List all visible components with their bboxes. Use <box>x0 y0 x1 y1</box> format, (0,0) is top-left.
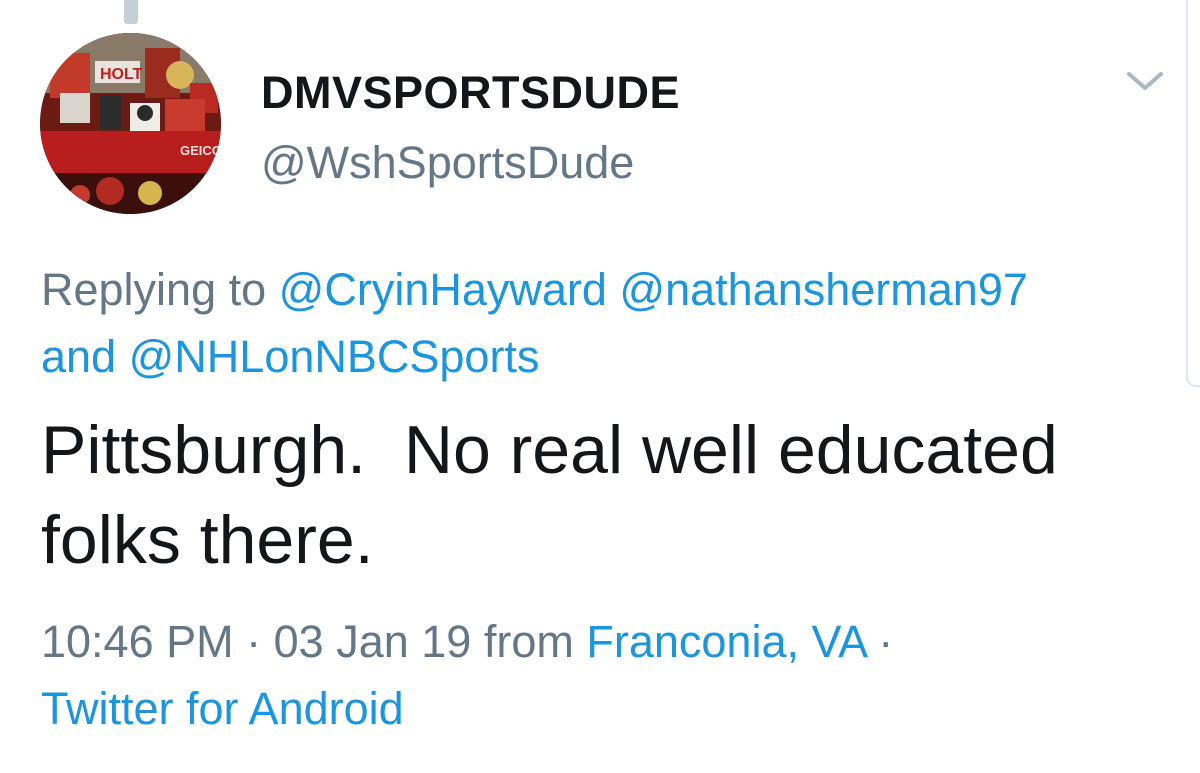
mention-link[interactable]: @NHLonNBCSports <box>129 331 540 382</box>
source-link[interactable]: Twitter for Android <box>41 683 404 734</box>
tweet-date: 03 Jan 19 <box>273 616 472 667</box>
svg-text:GEICO: GEICO <box>180 143 221 158</box>
mention-link[interactable]: @CryinHayward <box>279 264 607 315</box>
reply-conjunction[interactable]: and <box>41 331 116 382</box>
from-label: from <box>483 616 574 667</box>
location-link[interactable]: Franconia, VA <box>586 616 865 667</box>
thread-connector-line <box>124 0 138 24</box>
tweet-text: Pittsburgh. No real well educated folks … <box>41 412 1077 578</box>
display-name[interactable]: DMVSPORTSDUDE <box>261 67 680 119</box>
svg-text:HOLT: HOLT <box>100 66 143 83</box>
tweet-time: 10:46 PM <box>41 616 234 667</box>
reply-prefix: Replying to <box>41 264 267 315</box>
meta-separator: · <box>878 616 894 667</box>
chevron-down-icon[interactable] <box>1123 66 1167 96</box>
reply-context: Replying to @CryinHayward @nathansherman… <box>41 256 1161 390</box>
scrollbar[interactable] <box>1186 0 1200 387</box>
mention-link[interactable]: @nathansherman97 <box>619 264 1027 315</box>
tweet-metadata: 10:46 PM · 03 Jan 19 from Franconia, VA … <box>41 608 1171 742</box>
meta-separator: · <box>246 616 262 667</box>
user-handle[interactable]: @WshSportsDude <box>261 137 634 189</box>
avatar[interactable]: HOLT GEICO <box>40 33 221 214</box>
avatar-image: HOLT GEICO <box>40 33 221 214</box>
